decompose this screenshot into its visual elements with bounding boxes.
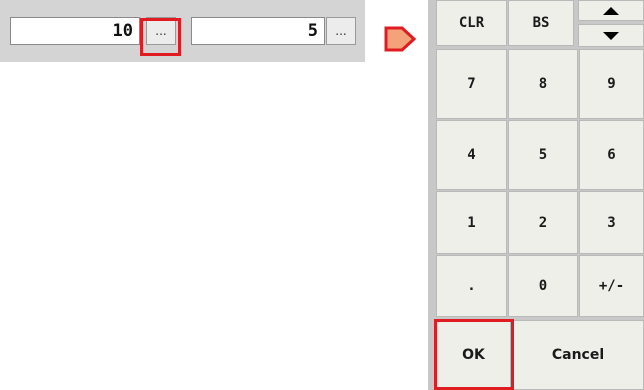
key-3[interactable]: 3 xyxy=(579,191,644,254)
clr-key[interactable]: CLR xyxy=(436,0,507,46)
key-label: 7 xyxy=(467,76,476,92)
key-1[interactable]: 1 xyxy=(436,191,507,254)
key-8[interactable]: 8 xyxy=(508,49,578,119)
cancel-button[interactable]: Cancel xyxy=(512,320,644,390)
key-label: 4 xyxy=(467,147,476,163)
numeric-field-1[interactable]: 10 xyxy=(10,17,140,45)
key-7[interactable]: 7 xyxy=(436,49,507,119)
key-plus-minus[interactable]: +/- xyxy=(579,255,644,317)
bs-key-label: BS xyxy=(532,15,550,31)
clr-key-label: CLR xyxy=(458,15,485,31)
key-label: 3 xyxy=(607,214,616,231)
key-label: 9 xyxy=(607,76,616,92)
key-label: +/- xyxy=(598,278,625,294)
key-label: 0 xyxy=(538,278,548,294)
highlight-box-ok xyxy=(434,319,514,390)
scroll-up-button[interactable] xyxy=(578,0,644,21)
key-label: . xyxy=(467,278,476,294)
key-9[interactable]: 9 xyxy=(579,49,644,119)
bs-key[interactable]: BS xyxy=(508,0,574,46)
triangle-down-icon xyxy=(603,31,619,40)
key-label: 2 xyxy=(538,214,548,231)
key-decimal[interactable]: . xyxy=(436,255,507,317)
key-label: 6 xyxy=(607,147,616,163)
cancel-button-label: Cancel xyxy=(551,347,605,363)
numeric-input-strip: 10 ... 5 ... xyxy=(0,0,365,62)
key-5[interactable]: 5 xyxy=(508,120,578,190)
key-4[interactable]: 4 xyxy=(436,120,507,190)
key-label: 8 xyxy=(538,76,548,92)
key-0[interactable]: 0 xyxy=(508,255,578,317)
key-label: 5 xyxy=(538,147,548,163)
highlight-box-ellipsis xyxy=(140,18,181,56)
numeric-field-2[interactable]: 5 xyxy=(191,17,325,45)
arrow-right-icon xyxy=(384,26,417,52)
triangle-up-icon xyxy=(603,6,619,15)
scroll-down-button[interactable] xyxy=(578,24,644,47)
key-2[interactable]: 2 xyxy=(508,191,578,254)
keypad-open-button-2[interactable]: ... xyxy=(326,17,356,45)
key-6[interactable]: 6 xyxy=(579,120,644,190)
key-label: 1 xyxy=(467,214,476,231)
